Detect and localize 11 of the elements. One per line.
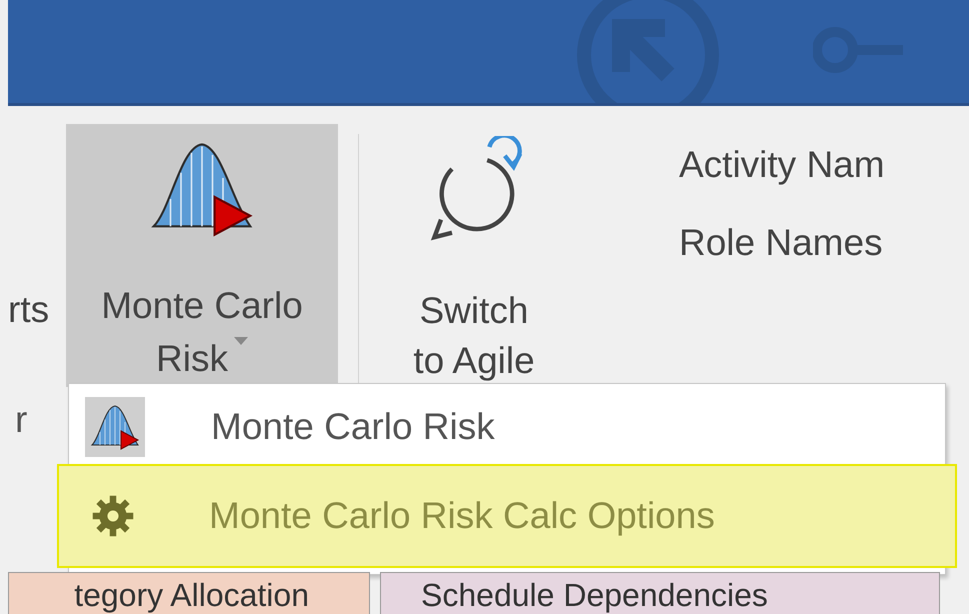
gear-icon <box>90 493 136 539</box>
caret-icon <box>234 337 248 347</box>
menu-item[interactable]: Monte Carlo Risk <box>69 390 945 464</box>
sheet-tab[interactable]: Schedule Dependencies <box>380 572 940 614</box>
sheet-tab[interactable]: tegory Allocation <box>8 572 370 614</box>
ribbon-command[interactable]: Role Names <box>679 222 885 264</box>
ribbon-command[interactable]: Activity Nam <box>679 144 885 186</box>
ribbon-label: rts <box>8 289 50 331</box>
group-label: r <box>15 399 28 440</box>
dropdown-button[interactable]: Monte Carlo Risk <box>66 124 338 387</box>
ribbon-button[interactable]: Switch to Agile <box>369 124 579 387</box>
